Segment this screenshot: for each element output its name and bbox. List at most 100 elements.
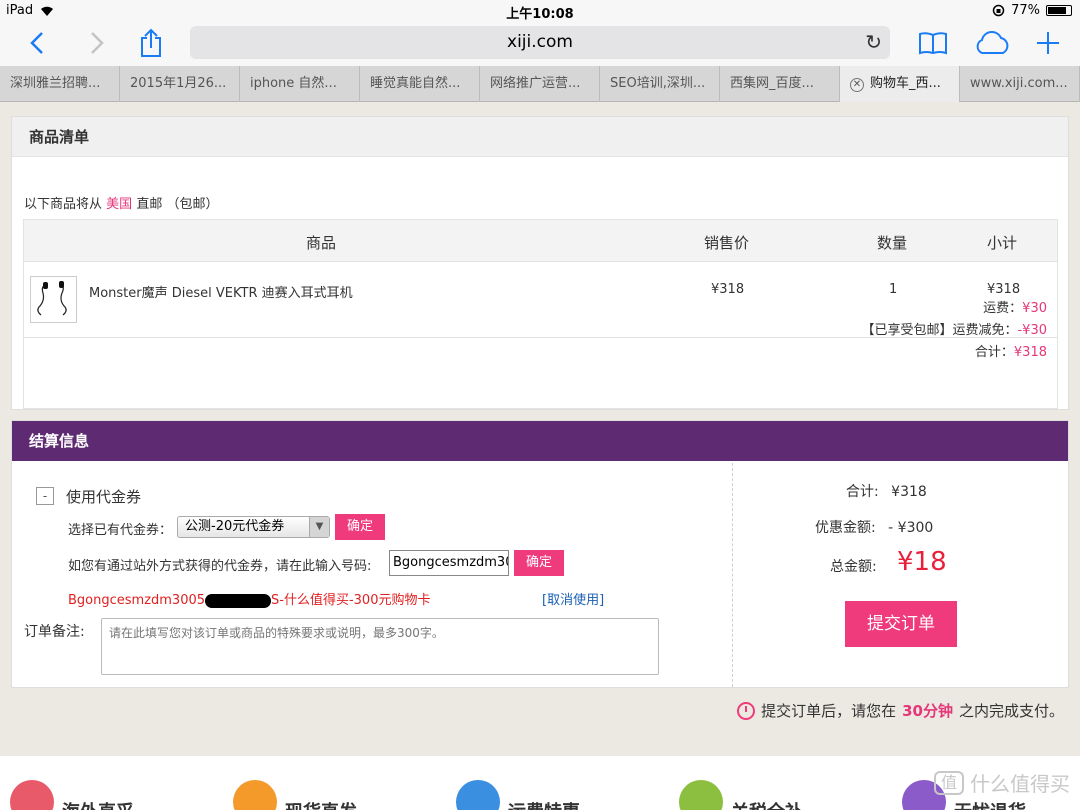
discount-amount-line: 优惠金额: - ¥300	[815, 517, 933, 537]
remark-textarea[interactable]	[101, 618, 659, 675]
product-name[interactable]: Monster魔声 Diesel VEKTR 迪赛入耳式耳机	[89, 282, 353, 301]
feature-instock[interactable]: 现货直发	[233, 780, 357, 810]
col-price: 销售价	[704, 234, 750, 252]
confirm-select-button[interactable]: 确定	[335, 514, 385, 540]
url-text: xiji.com	[507, 32, 573, 52]
status-bar: iPad 上午10:08 77%	[0, 0, 1080, 22]
tab-6[interactable]: 西集网_百度...	[720, 66, 840, 102]
discount-value: -¥30	[1017, 323, 1047, 338]
forward-button[interactable]	[82, 26, 112, 60]
col-subtotal: 小计	[987, 234, 1018, 252]
plus-icon	[1037, 32, 1059, 54]
tab-7-active[interactable]: ✕ 购物车_西...	[840, 66, 960, 102]
notice-prefix: 提交订单后，请您在	[761, 702, 897, 720]
shipping-note: 以下商品将从 美国 直邮 （包邮）	[24, 193, 218, 212]
battery-fill	[1048, 7, 1067, 14]
cart-totals: 运费：¥30 【已享受包邮】运费减免：-¥30 合计：¥318	[861, 298, 1047, 364]
notice-suffix: 之内完成支付。	[958, 702, 1064, 720]
battery-icon	[1046, 5, 1072, 16]
submit-order-button[interactable]: 提交订单	[845, 601, 957, 647]
tab-8[interactable]: www.xiji.com...	[960, 66, 1080, 102]
book-icon	[919, 32, 947, 55]
col-product: 商品	[306, 234, 337, 252]
total-line: 合计：¥318	[861, 342, 1047, 364]
cart-table: 商品 销售价 数量 小计 Monster魔声 Diesel VEKTR 迪赛入耳…	[23, 219, 1058, 409]
coupon-title: 使用代金券	[66, 488, 142, 506]
coupon-code-input[interactable]: Bgongcesmzdm300	[389, 550, 509, 576]
tab-5[interactable]: SEO培训,深圳...	[600, 66, 720, 102]
product-qty: 1	[889, 282, 898, 297]
tab-3[interactable]: 睡觉真能自然...	[360, 66, 480, 102]
address-bar[interactable]: xiji.com ↻	[190, 26, 890, 59]
tab-1[interactable]: 2015年1月26...	[120, 66, 240, 102]
tab-label: 西集网_百度...	[730, 76, 814, 91]
reload-icon[interactable]: ↻	[865, 26, 882, 59]
discount-amount-label: 优惠金额:	[815, 520, 876, 536]
chevron-left-icon	[30, 32, 43, 54]
clock-icon	[737, 701, 756, 720]
icloud-tabs-button[interactable]	[972, 26, 1012, 60]
confirm-code-button[interactable]: 确定	[514, 550, 564, 576]
code-label: 如您有通过站外方式获得的代金券，请在此输入号码:	[68, 559, 372, 574]
feature-label: 现货直发	[285, 798, 357, 810]
chevron-right-icon	[91, 32, 104, 54]
feature-overseas[interactable]: 海外直采	[10, 780, 134, 810]
tab-4[interactable]: 网络推广运营...	[480, 66, 600, 102]
cart-panel: 商品清单 以下商品将从 美国 直邮 （包邮） 商品 销售价 数量 小计 Mons…	[11, 116, 1069, 410]
coupon-collapse-toggle[interactable]: -	[36, 487, 54, 505]
watermark: 值 什么值得买	[934, 768, 1070, 797]
feature-label: 无忧退货	[954, 798, 1026, 810]
watermark-text: 什么值得买	[970, 772, 1070, 796]
rotation-lock-icon	[992, 4, 1005, 17]
tab-label: 2015年1月26...	[130, 76, 227, 91]
notice-minutes: 30分钟	[902, 702, 953, 720]
shipping-line: 运费：¥30	[861, 298, 1047, 320]
total-label: 合计：	[974, 345, 1014, 360]
product-price: ¥318	[711, 282, 745, 297]
tab-label: 睡觉真能自然...	[370, 76, 461, 91]
share-button[interactable]	[136, 26, 166, 60]
cloud-icon	[976, 31, 1009, 54]
cancel-coupon-link[interactable]: [取消使用]	[542, 589, 604, 608]
page-content: 商品清单 以下商品将从 美国 直邮 （包邮） 商品 销售价 数量 小计 Mons…	[0, 102, 1080, 810]
rocket-icon	[233, 780, 277, 810]
status-time: 上午10:08	[506, 7, 574, 22]
remark-label: 订单备注:	[24, 624, 85, 640]
coupon-select[interactable]: 公测-20元代金券 ▼	[177, 516, 330, 538]
grand-total-label: 总金额:	[830, 559, 877, 575]
smzdm-logo-icon: 值	[934, 770, 964, 795]
product-thumbnail[interactable]	[30, 276, 77, 323]
ship-prefix: 以下商品将从	[24, 197, 103, 212]
tab-label: 购物车_西...	[870, 76, 941, 91]
feature-shipping[interactable]: 运费特惠	[456, 780, 580, 810]
ship-country: 美国	[106, 197, 133, 212]
feature-footer: 海外直采 现货直发 运费特惠 关税全补 无忧退货 值 什么值得买	[0, 756, 1080, 810]
shipping-label: 运费：	[983, 301, 1023, 316]
back-button[interactable]	[22, 26, 52, 60]
applied-prefix: Bgongcesmzdm3005	[68, 593, 206, 608]
feature-label: 运费特惠	[508, 798, 580, 810]
feature-label: 关税全补	[731, 798, 803, 810]
vertical-divider	[732, 463, 733, 687]
tab-2[interactable]: iphone 自然...	[240, 66, 360, 102]
bookmarks-button[interactable]	[916, 26, 950, 60]
close-tab-icon[interactable]: ✕	[850, 78, 864, 92]
tab-bar: 深圳雅兰招聘... 2015年1月26... iphone 自然... 睡觉真能…	[0, 66, 1080, 102]
coupon-select-value: 公测-20元代金券	[185, 519, 285, 534]
battery-percent: 77%	[1011, 3, 1040, 18]
col-qty: 数量	[877, 234, 908, 252]
discount-label: 【已享受包邮】运费减免：	[861, 323, 1018, 338]
chevron-down-icon: ▼	[309, 517, 329, 537]
money-bag-icon	[679, 780, 723, 810]
total-value: ¥318	[1013, 345, 1047, 360]
shopping-bag-icon	[10, 780, 54, 810]
new-tab-button[interactable]	[1034, 26, 1062, 60]
tab-0[interactable]: 深圳雅兰招聘...	[0, 66, 120, 102]
checkout-panel: 结算信息 - 使用代金券 选择已有代金券： 公测-20元代金券 ▼ 确定 如您有…	[11, 420, 1069, 688]
checkout-section-title: 结算信息	[12, 421, 1068, 461]
ship-suffix: 直邮 （包邮）	[136, 197, 219, 212]
tab-label: www.xiji.com...	[970, 76, 1068, 91]
feature-tax[interactable]: 关税全补	[679, 780, 803, 810]
sum-line: 合计: ¥318	[846, 481, 927, 501]
feature-label: 海外直采	[62, 798, 134, 810]
